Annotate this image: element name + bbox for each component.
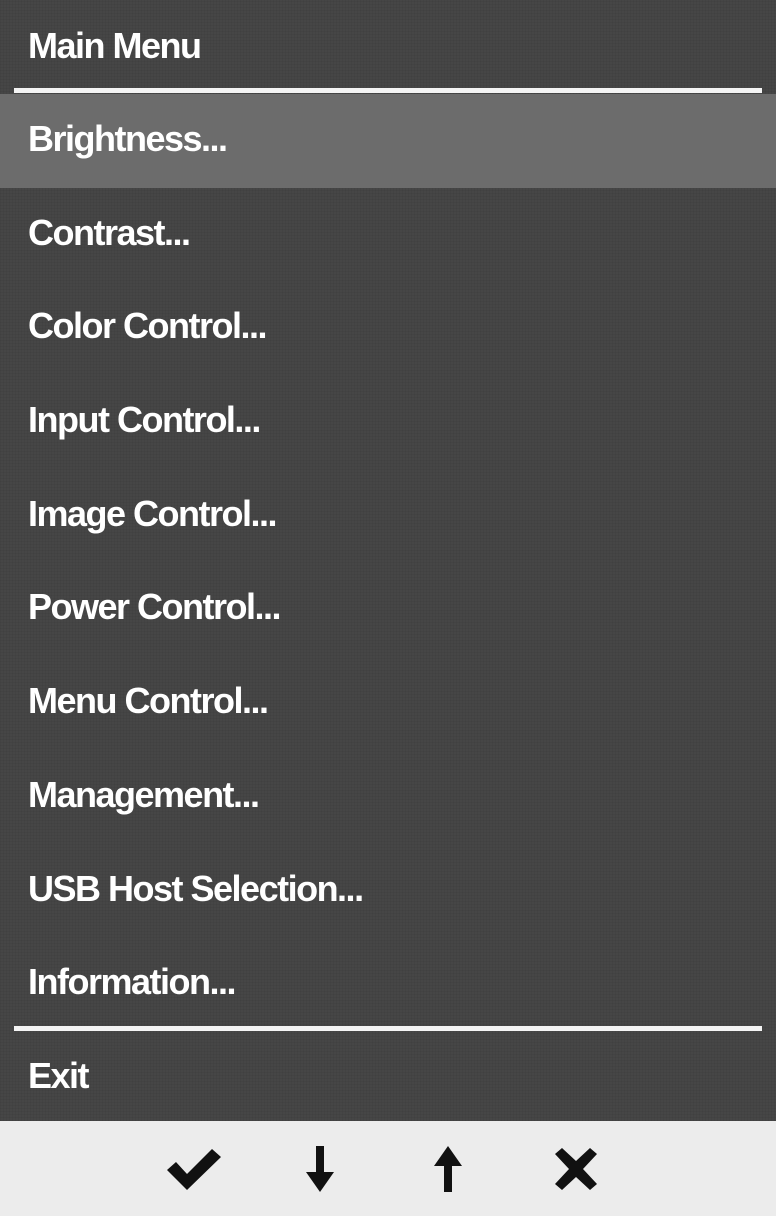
check-icon xyxy=(167,1149,221,1190)
menu-item-usb-host-selection[interactable]: USB Host Selection... xyxy=(0,844,776,938)
menu-item-brightness[interactable]: Brightness... xyxy=(0,94,776,188)
close-icon xyxy=(555,1148,597,1190)
menu-title: Main Menu xyxy=(28,25,202,66)
osd-menu-panel: Main Menu Brightness... Contrast... Colo… xyxy=(0,0,776,1121)
menu-item-information[interactable]: Information... xyxy=(0,937,776,1031)
arrow-down-icon xyxy=(306,1146,334,1192)
top-divider xyxy=(14,88,762,93)
menu-item-image-control[interactable]: Image Control... xyxy=(0,469,776,563)
down-button[interactable] xyxy=(288,1139,352,1199)
menu-item-power-control[interactable]: Power Control... xyxy=(0,562,776,656)
confirm-button[interactable] xyxy=(162,1139,226,1199)
menu-item-exit[interactable]: Exit xyxy=(0,1032,776,1120)
bottom-divider xyxy=(14,1026,762,1031)
button-bar xyxy=(0,1121,776,1216)
menu-item-menu-control[interactable]: Menu Control... xyxy=(0,656,776,750)
menu-item-contrast[interactable]: Contrast... xyxy=(0,188,776,282)
up-button[interactable] xyxy=(416,1139,480,1199)
menu-item-input-control[interactable]: Input Control... xyxy=(0,375,776,469)
menu-list: Brightness... Contrast... Color Control.… xyxy=(0,94,776,1031)
close-button[interactable] xyxy=(544,1139,608,1199)
arrow-up-icon xyxy=(434,1146,462,1192)
menu-item-management[interactable]: Management... xyxy=(0,750,776,844)
menu-item-color-control[interactable]: Color Control... xyxy=(0,281,776,375)
